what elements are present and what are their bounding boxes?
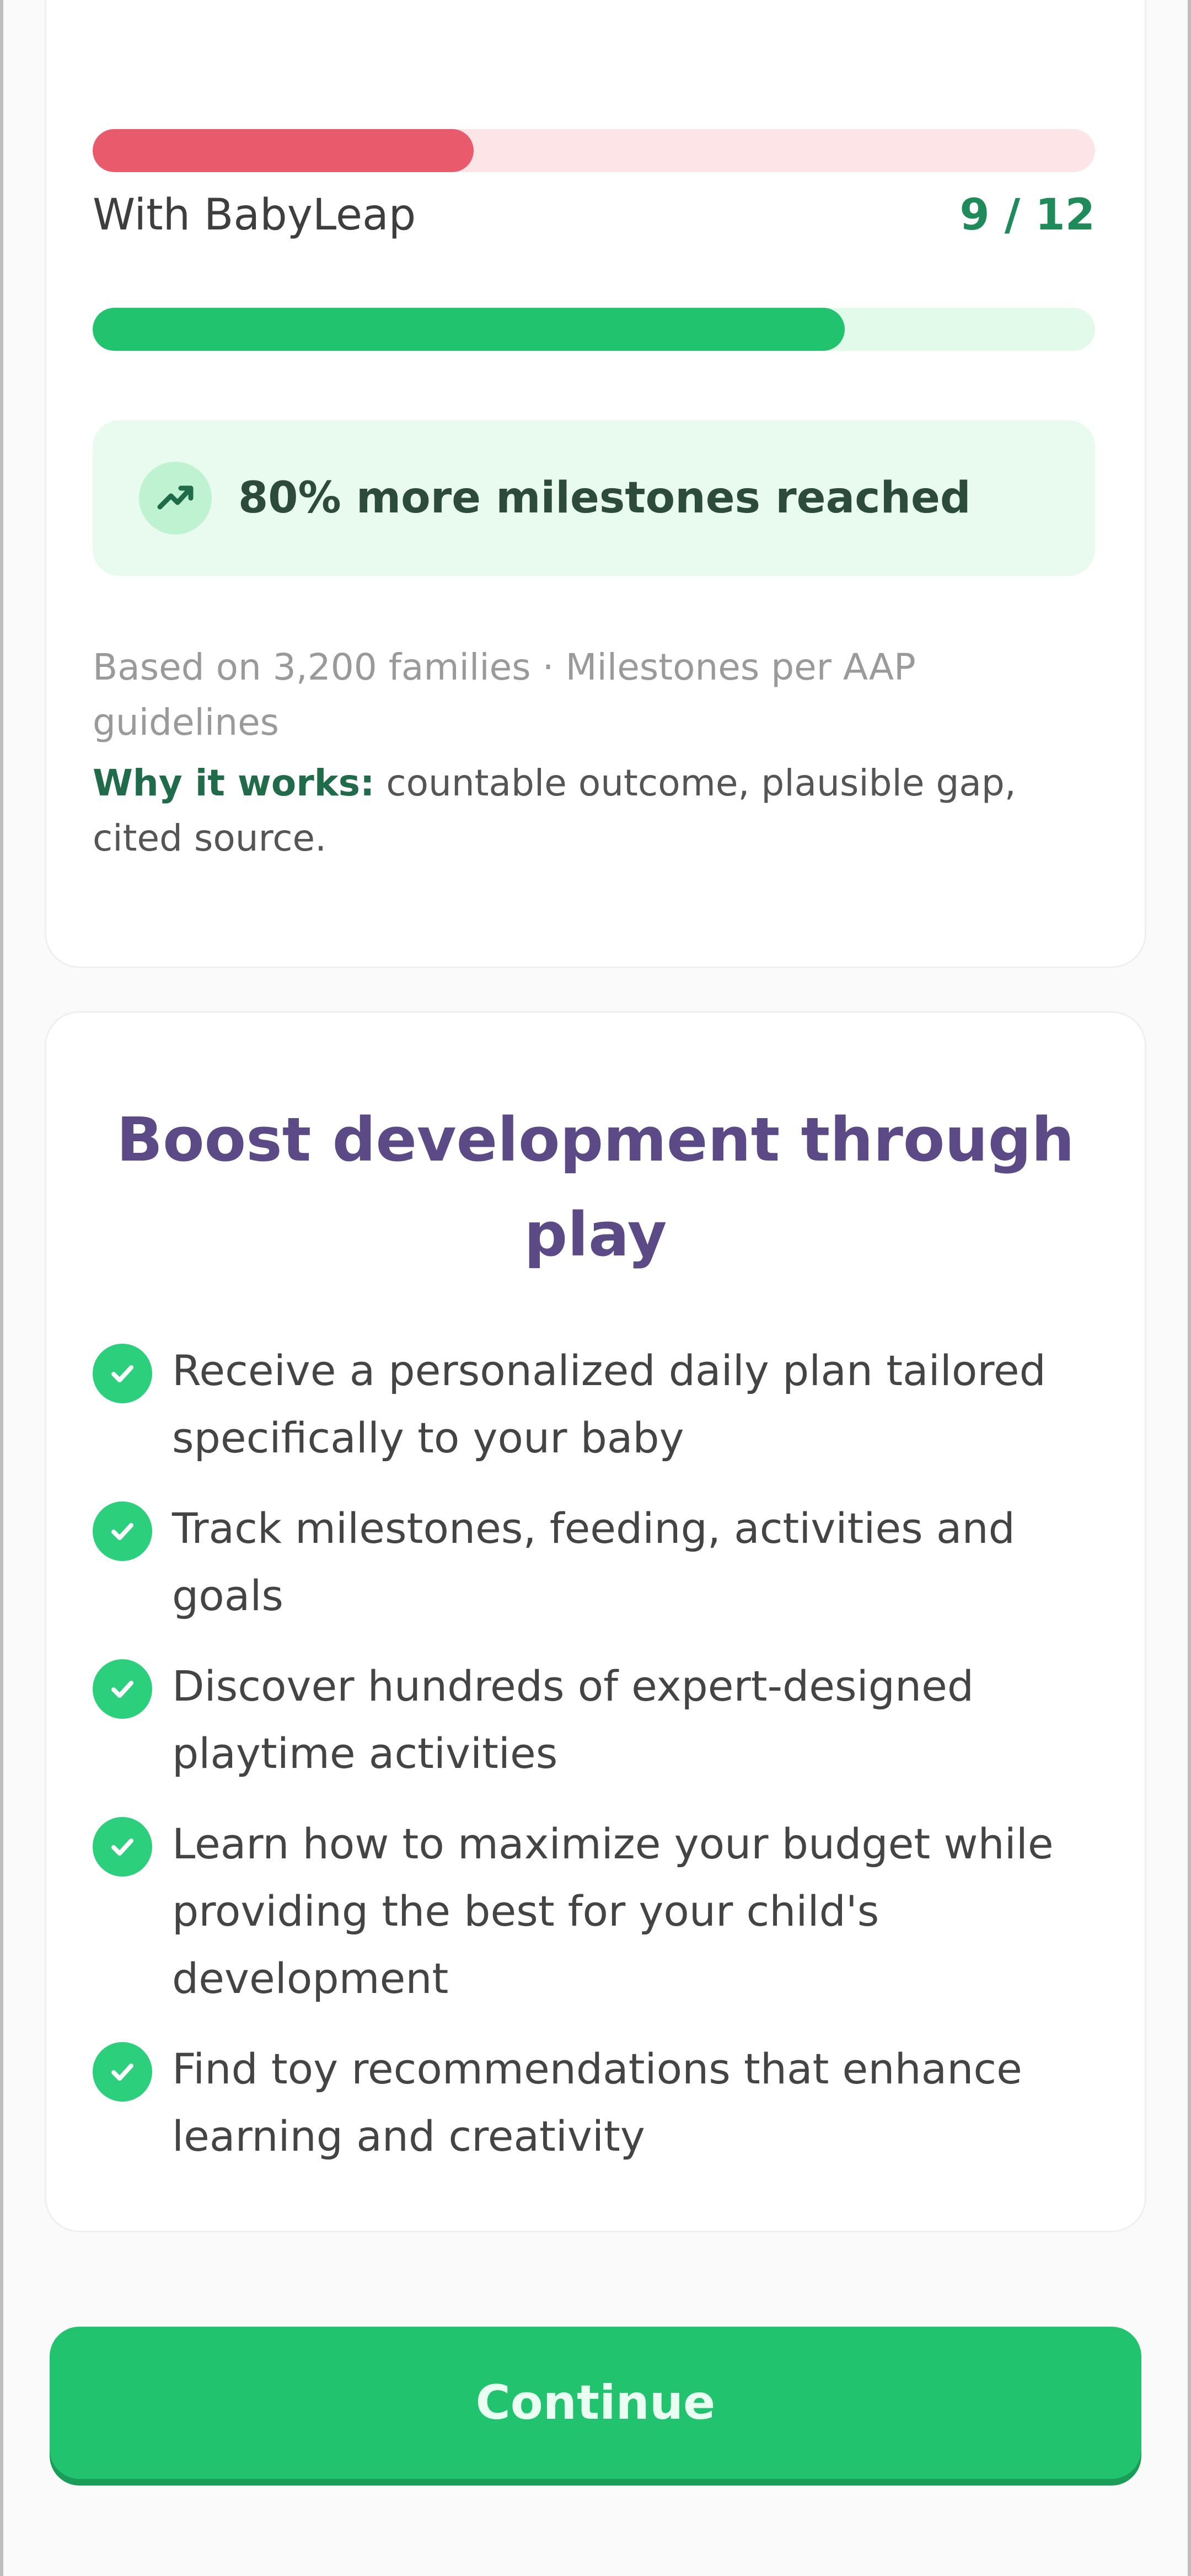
without-progress-bar xyxy=(93,129,1095,172)
check-circle-icon xyxy=(93,1344,152,1403)
list-item: Receive a personalized daily plan tailor… xyxy=(93,1337,1102,1472)
benefits-list: Receive a personalized daily plan tailor… xyxy=(93,1337,1102,2193)
check-circle-icon xyxy=(93,1659,152,1719)
with-babyleap-count: 9 / 12 xyxy=(959,190,1095,240)
list-item: Find toy recommendations that enhance le… xyxy=(93,2035,1102,2170)
benefit-text: Find toy recommendations that enhance le… xyxy=(172,2044,1022,2161)
benefits-title: Boost development through play xyxy=(116,1104,1075,1270)
with-progress-fill xyxy=(93,308,845,351)
benefit-text: Discover hundreds of expert-designed pla… xyxy=(172,1661,974,1778)
benefit-text: Learn how to maximize your budget while … xyxy=(172,1819,1054,2003)
with-babyleap-label: With BabyLeap xyxy=(93,190,416,240)
benefit-text: Receive a personalized daily plan tailor… xyxy=(172,1346,1046,1462)
list-item: Track milestones, feeding, activities an… xyxy=(93,1495,1102,1629)
continue-button[interactable]: Continue xyxy=(50,2327,1141,2479)
without-progress-fill xyxy=(93,129,474,172)
benefits-card: Boost development through play Receive a… xyxy=(46,1013,1145,2231)
trending-up-icon xyxy=(139,462,212,535)
milestone-highlight-text: 80% more milestones reached xyxy=(238,473,971,523)
why-it-works-note: Why it works: countable outcome, plausib… xyxy=(93,756,1085,866)
list-item: Learn how to maximize your budget while … xyxy=(93,1810,1102,2012)
comparison-card: With BabyLeap 9 / 12 80% more milestones… xyxy=(46,0,1145,966)
why-it-works-lead: Why it works: xyxy=(93,762,375,804)
source-note: Based on 3,200 families · Milestones per… xyxy=(93,646,916,744)
benefit-text: Track milestones, feeding, activities an… xyxy=(172,1504,1015,1620)
check-circle-icon xyxy=(93,1817,152,1877)
check-circle-icon xyxy=(93,2042,152,2102)
with-progress-bar xyxy=(93,308,1095,351)
check-circle-icon xyxy=(93,1501,152,1561)
list-item: Discover hundreds of expert-designed pla… xyxy=(93,1653,1102,1787)
milestone-highlight: 80% more milestones reached xyxy=(93,420,1095,576)
